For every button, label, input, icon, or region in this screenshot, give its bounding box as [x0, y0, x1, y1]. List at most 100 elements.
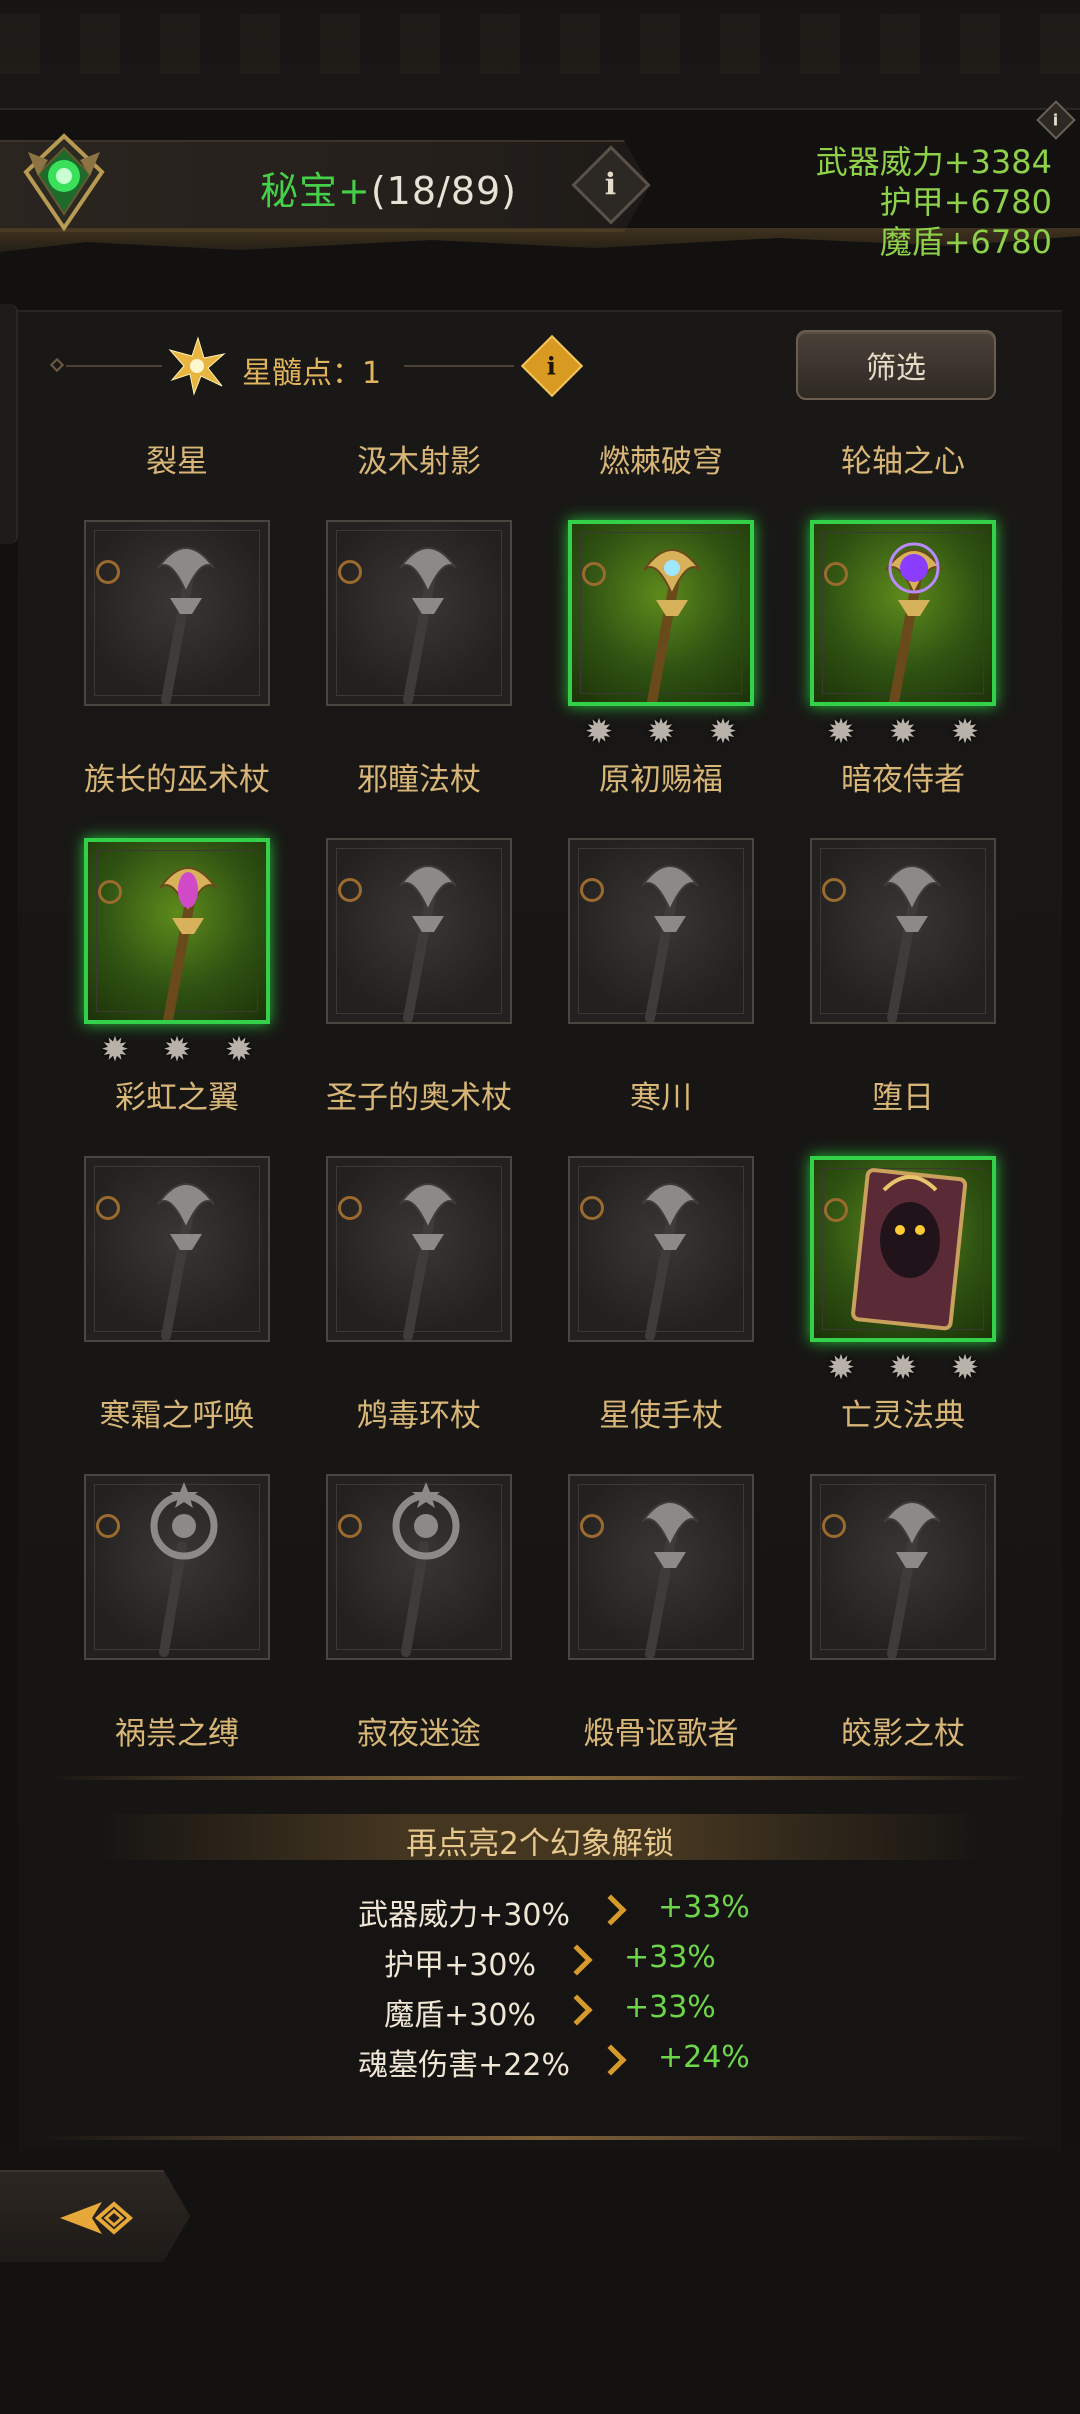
item-name-label: 原初赐福 [599, 762, 723, 798]
bonus-current: 魂墓伤害+22% [358, 2048, 570, 2083]
item-slot[interactable] [810, 838, 996, 1024]
silver-star-icon: ✹ [950, 1348, 980, 1388]
back-arrow-icon [60, 2201, 134, 2235]
item-name-label: 亡灵法典 [841, 1398, 965, 1434]
item-slot[interactable] [810, 520, 996, 706]
bonus-current: 魔盾+30% [384, 1998, 536, 2033]
item-name-label: 煅骨讴歌者 [583, 1716, 739, 1752]
star-rank: ✹ ✹ ✹ [810, 1348, 996, 1388]
unselected-ring-icon [96, 1196, 120, 1220]
item-name-label: 裂星 [146, 444, 208, 480]
side-tab[interactable] [0, 304, 18, 544]
item-slot[interactable] [326, 838, 512, 1024]
unselected-ring-icon [338, 878, 362, 902]
bonus-next: +24% [658, 2040, 750, 2075]
title-prefix: 秘宝+ [260, 169, 371, 213]
unselected-ring-icon [580, 1196, 604, 1220]
bonus-row: 魔盾+30% +33% [0, 1990, 1080, 2034]
unselected-ring-icon [582, 562, 606, 586]
item-slot[interactable] [326, 1474, 512, 1660]
arrow-right-icon [595, 2044, 627, 2076]
bonus-row: 护甲+30% +33% [0, 1940, 1080, 1984]
silver-star-icon: ✹ [224, 1030, 254, 1070]
item-name-label: 邪瞳法杖 [357, 762, 481, 798]
unselected-ring-icon [822, 1514, 846, 1538]
filter-button[interactable]: 筛选 [796, 330, 996, 400]
item-name-label: 燃棘破穹 [599, 444, 723, 480]
divider-line [404, 365, 514, 367]
info-icon: i [547, 351, 557, 381]
silver-star-icon: ✹ [708, 712, 738, 752]
arrow-right-icon [595, 1894, 627, 1926]
item-name-label: 寒川 [630, 1080, 692, 1116]
bonus-next: +33% [658, 1890, 750, 1925]
bonus-row: 魂墓伤害+22% +24% [0, 2040, 1080, 2084]
item-slot[interactable] [84, 520, 270, 706]
item-slot[interactable] [326, 1156, 512, 1342]
page-title: 秘宝+(18/89) [260, 160, 517, 215]
silver-star-icon: ✹ [100, 1030, 130, 1070]
star-points-text: 星髓点：1 [242, 348, 381, 392]
info-icon: i [1053, 110, 1059, 130]
item-name-label: 轮轴之心 [841, 444, 965, 480]
silver-star-icon: ✹ [162, 1030, 192, 1070]
item-name-label: 堕日 [872, 1080, 934, 1116]
item-slot[interactable] [84, 1474, 270, 1660]
arrow-right-icon [561, 1994, 593, 2026]
item-slot[interactable] [84, 838, 270, 1024]
item-slot[interactable] [568, 838, 754, 1024]
unselected-ring-icon [824, 1198, 848, 1222]
star-rank: ✹ ✹ ✹ [84, 1030, 270, 1070]
silver-star-icon: ✹ [584, 712, 614, 752]
unselected-ring-icon [338, 1196, 362, 1220]
star-rank: ✹ ✹ ✹ [810, 712, 996, 752]
item-slot[interactable] [568, 520, 754, 706]
arrow-right-icon [561, 1944, 593, 1976]
item-name-label: 彩虹之翼 [115, 1080, 239, 1116]
green-gem-emblem-icon [18, 132, 110, 232]
item-name-label: 鸩毒环杖 [357, 1398, 481, 1434]
star-burst-icon [168, 336, 226, 396]
bonus-current: 护甲+30% [384, 1948, 536, 1983]
silver-star-icon: ✹ [826, 1348, 856, 1388]
item-name-label: 族长的巫术杖 [84, 762, 270, 798]
unselected-ring-icon [822, 878, 846, 902]
item-name-label: 圣子的奥术杖 [326, 1080, 512, 1116]
silver-star-icon: ✹ [888, 712, 918, 752]
item-slot[interactable] [326, 520, 512, 706]
bonus-next: +33% [624, 1940, 716, 1975]
star-rank: ✹ ✹ ✹ [568, 712, 754, 752]
unselected-ring-icon [824, 562, 848, 586]
item-name-label: 皎影之杖 [841, 1716, 965, 1752]
unselected-ring-icon [96, 1514, 120, 1538]
title-count: (18/89) [370, 169, 518, 213]
item-name-label: 祸祟之缚 [115, 1716, 239, 1752]
item-slot[interactable] [810, 1156, 996, 1342]
star-points-label: 星髓点： [242, 356, 362, 391]
top-decor-band [0, 0, 1080, 110]
star-points-row: 星髓点：1 [49, 336, 570, 396]
stat-magic-shield: 魔盾+6780 [879, 223, 1052, 261]
item-name-label: 寒霜之呼唤 [99, 1398, 255, 1434]
stat-weapon-power: 武器威力+3384 [815, 143, 1052, 181]
item-slot[interactable] [810, 1474, 996, 1660]
unselected-ring-icon [338, 560, 362, 584]
unselected-ring-icon [98, 880, 122, 904]
unselected-ring-icon [580, 878, 604, 902]
unselected-ring-icon [338, 1514, 362, 1538]
item-name-label: 暗夜侍者 [841, 762, 965, 798]
unselected-ring-icon [96, 560, 120, 584]
bonus-next: +33% [624, 1990, 716, 2025]
info-icon: i [605, 167, 617, 203]
unlock-banner: 再点亮2个幻象解锁 [406, 1826, 674, 1862]
item-slot[interactable] [568, 1474, 754, 1660]
item-slot[interactable] [84, 1156, 270, 1342]
item-name-label: 寂夜迷途 [357, 1716, 481, 1752]
bonus-divider-bottom [40, 2136, 1040, 2140]
bonus-row: 武器威力+30% +33% [0, 1890, 1080, 1934]
back-button[interactable] [0, 2170, 190, 2262]
item-slot[interactable] [568, 1156, 754, 1342]
item-name-label: 汲木射影 [357, 444, 481, 480]
silver-star-icon: ✹ [826, 712, 856, 752]
bonus-divider-top [50, 1776, 1030, 1780]
